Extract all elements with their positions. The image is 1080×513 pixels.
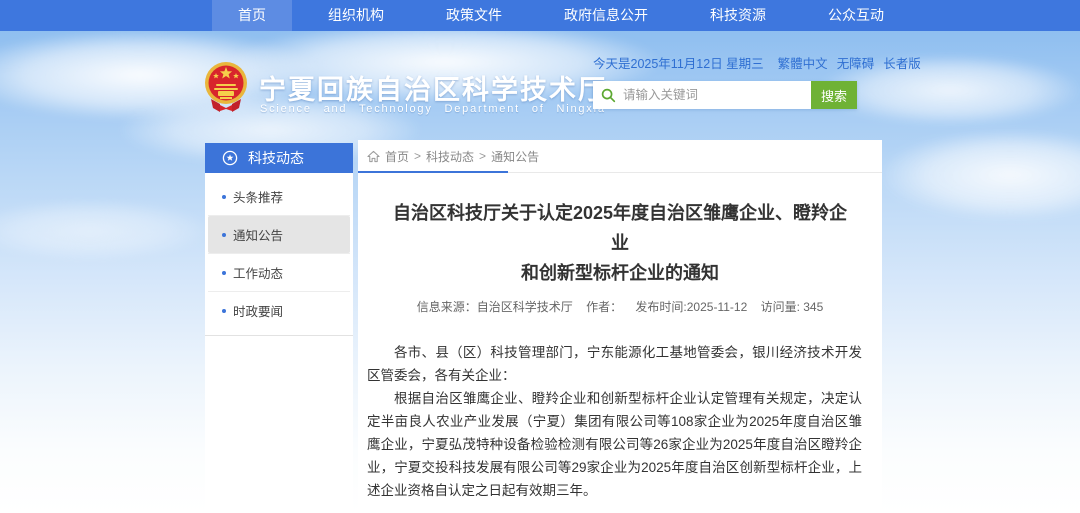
national-emblem-logo[interactable] xyxy=(203,61,249,113)
nav-item-gov-info-disclosure[interactable]: 政府信息公开 xyxy=(538,0,674,31)
sidebar-item-notices[interactable]: 通知公告 xyxy=(208,216,350,253)
header-utilities: 今天是2025年11月12日 星期三 繁體中文 无障碍 长者版 搜索 xyxy=(593,53,883,109)
sidebar-header: 科技动态 xyxy=(205,143,353,173)
top-navigation-bar: 首页 组织机构 政策文件 政府信息公开 科技资源 公众互动 xyxy=(0,0,1080,31)
link-traditional-chinese[interactable]: 繁體中文 xyxy=(778,53,828,72)
nav-item-home[interactable]: 首页 xyxy=(212,0,292,31)
meta-publish-time: 发布时间:2025-11-12 xyxy=(635,300,747,314)
article-title-line2: 和创新型标杆企业的通知 xyxy=(388,258,852,288)
meta-source: 信息来源：自治区科学技术厅 xyxy=(417,300,573,314)
cloud-decoration xyxy=(880,130,1080,220)
site-title: 宁夏回族自治区科学技术厅 xyxy=(259,68,607,107)
nav-item-organization[interactable]: 组织机构 xyxy=(302,0,410,31)
national-emblem-icon xyxy=(203,61,249,113)
breadcrumb-separator: > xyxy=(414,149,421,163)
cloud-decoration xyxy=(0,200,210,260)
breadcrumb-notices[interactable]: 通知公告 xyxy=(491,148,539,165)
site-header: 宁夏回族自治区科学技术厅 Science and Technology Depa… xyxy=(0,31,1080,143)
search-button[interactable]: 搜索 xyxy=(811,81,857,109)
sidebar-item-headline-recommend[interactable]: 头条推荐 xyxy=(205,178,353,215)
current-date: 今天是2025年11月12日 星期三 xyxy=(593,53,764,72)
sidebar-item-label: 工作动态 xyxy=(233,263,283,282)
search-icon xyxy=(601,88,616,103)
breadcrumb-separator: > xyxy=(479,149,486,163)
sidebar: 科技动态 头条推荐 通知公告 工作动态 时政要闻 xyxy=(205,143,353,513)
sidebar-menu: 头条推荐 通知公告 工作动态 时政要闻 xyxy=(205,173,353,336)
meta-author: 作者： xyxy=(586,300,622,314)
sidebar-item-label: 通知公告 xyxy=(233,225,283,244)
bullet-dot-icon xyxy=(222,271,226,275)
bullet-dot-icon xyxy=(222,195,226,199)
article-meta: 信息来源：自治区科学技术厅 作者： 发布时间:2025-11-12 访问量: 3… xyxy=(358,298,882,315)
breadcrumb-sci-tech-news[interactable]: 科技动态 xyxy=(426,148,474,165)
link-accessibility[interactable]: 无障碍 xyxy=(837,53,875,72)
article-paragraph: 根据自治区雏鹰企业、瞪羚企业和创新型标杆企业认定管理有关规定，决定认定半亩良人农… xyxy=(367,387,862,502)
article-title-line1: 自治区科技厅关于认定2025年度自治区雏鹰企业、瞪羚企业 xyxy=(388,198,852,258)
star-circle-icon xyxy=(222,150,238,166)
sidebar-item-current-affairs[interactable]: 时政要闻 xyxy=(205,292,353,329)
sidebar-item-label: 头条推荐 xyxy=(233,187,283,206)
breadcrumb: 首页 > 科技动态 > 通知公告 xyxy=(358,140,882,173)
content-panel: 首页 > 科技动态 > 通知公告 自治区科技厅关于认定2025年度自治区雏鹰企业… xyxy=(358,140,882,513)
nav-item-sci-tech-resources[interactable]: 科技资源 xyxy=(684,0,792,31)
meta-view-count: 访问量: 345 xyxy=(761,300,824,314)
nav-item-policy-documents[interactable]: 政策文件 xyxy=(420,0,528,31)
site-subtitle-english: Science and Technology Department of Nin… xyxy=(260,103,606,115)
bullet-dot-icon xyxy=(222,309,226,313)
article-body: 各市、县（区）科技管理部门，宁东能源化工基地管委会，银川经济技术开发区管委会，各… xyxy=(367,341,862,502)
sidebar-title: 科技动态 xyxy=(248,148,304,168)
nav-item-public-interaction[interactable]: 公众互动 xyxy=(802,0,910,31)
article-title: 自治区科技厅关于认定2025年度自治区雏鹰企业、瞪羚企业 和创新型标杆企业的通知 xyxy=(388,198,852,288)
search-input[interactable] xyxy=(616,81,811,109)
breadcrumb-home[interactable]: 首页 xyxy=(385,148,409,165)
article-paragraph: 各市、县（区）科技管理部门，宁东能源化工基地管委会，银川经济技术开发区管委会，各… xyxy=(367,341,862,387)
sidebar-item-work-updates[interactable]: 工作动态 xyxy=(205,254,353,291)
link-elderly-version[interactable]: 长者版 xyxy=(883,53,921,72)
home-icon xyxy=(367,150,380,163)
bullet-dot-icon xyxy=(222,233,226,237)
sidebar-item-label: 时政要闻 xyxy=(233,301,283,320)
search-bar: 搜索 xyxy=(593,81,857,109)
